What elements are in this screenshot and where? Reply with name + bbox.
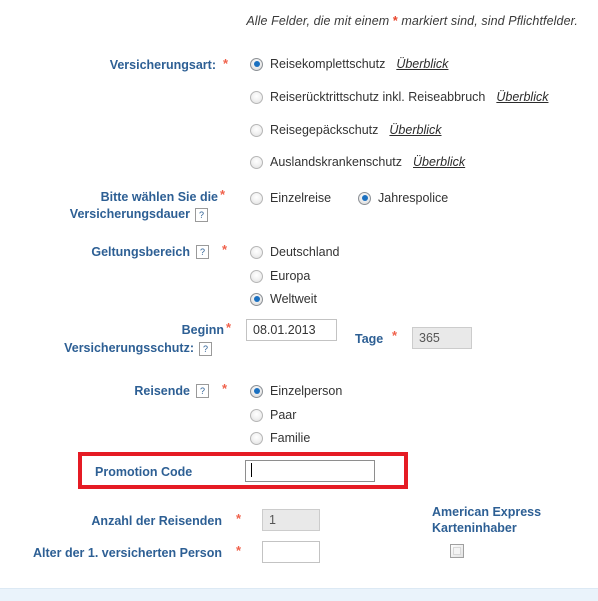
label-first-person-age: Alter der 1. versicherten Person [33,546,222,560]
radio-reiseruecktrittschutz[interactable] [250,90,263,104]
text-caret [251,463,252,477]
insurance-form-page: Alle Felder, die mit einem * markiert si… [0,0,598,601]
radio-label-deutschland: Deutschland [270,245,340,259]
radio-label-familie: Familie [270,431,311,445]
radio-label-auslandskrankenschutz: Auslandskrankenschutz [270,155,403,169]
radio-jahrespolice[interactable] [358,191,371,205]
label-start-line1: Beginn [181,323,224,337]
radio-label-weltweit: Weltweit [270,292,318,306]
radio-option-jahrespolice[interactable]: Jahrespolice [358,191,448,205]
radio-label-reiseruecktrittschutz: Reiserücktrittschutz inkl. Reiseabbruch [270,90,486,104]
label-start-line2: Versicherungsschutz: [64,341,194,355]
promotion-code-input[interactable] [245,460,375,482]
radio-auslandskrankenschutz[interactable] [250,155,263,169]
required-star-scope: * [222,242,228,257]
required-note-before: Alle Felder, die mit einem [246,14,393,28]
days-input: 365 [412,327,472,349]
radio-label-reisegepaeckschutz: Reisegepäckschutz [270,123,379,137]
radio-option-reisegepaeckschutz[interactable]: Reisegepäckschutz Überblick [250,123,442,137]
radio-option-einzelreise[interactable]: Einzelreise [250,191,331,205]
label-duration-line2: Versicherungsdauer [69,207,190,221]
label-promotion-code: Promotion Code [95,465,193,479]
radio-einzelreise[interactable] [250,191,263,205]
label-days: Tage [355,332,384,346]
required-star-start: * [226,320,232,335]
radio-option-auslandskrankenschutz[interactable]: Auslandskrankenschutz Überblick [250,155,465,169]
radio-label-paar: Paar [270,408,297,422]
radio-deutschland[interactable] [250,245,263,259]
page-bottom-strip [0,588,598,601]
required-star-insurance-type: * [223,56,229,71]
radio-label-europa: Europa [270,269,311,283]
radio-label-reisekomplettschutz: Reisekomplettschutz [270,57,386,71]
radio-option-familie[interactable]: Familie [250,431,310,445]
required-star-travellers: * [222,381,228,396]
radio-weltweit[interactable] [250,292,263,306]
label-scope: Geltungsbereich [91,245,190,259]
label-amex-line2: Karteninhaber [432,521,517,535]
overview-link-reiseruecktrittschutz[interactable]: Überblick [496,90,548,104]
radio-option-reisekomplettschutz[interactable]: Reisekomplettschutz Überblick [250,57,448,71]
label-amex-line1: American Express [432,505,542,519]
radio-einzelperson[interactable] [250,384,263,398]
radio-europa[interactable] [250,269,263,283]
radio-label-einzelperson: Einzelperson [270,384,343,398]
label-insurance-type: Versicherungsart: [109,58,216,72]
amex-cardholder-checkbox[interactable] [450,544,464,558]
label-duration-line1: Bitte wählen Sie die [100,190,218,204]
first-person-age-input[interactable] [262,541,320,563]
help-icon-start[interactable]: ? [199,342,212,356]
radio-label-einzelreise: Einzelreise [270,191,332,205]
radio-familie[interactable] [250,431,263,445]
required-fields-note: Alle Felder, die mit einem * markiert si… [0,14,578,28]
radio-option-reiseruecktrittschutz[interactable]: Reiserücktrittschutz inkl. Reiseabbruch … [250,90,548,104]
required-star-traveller-count: * [236,511,242,526]
radio-option-einzelperson[interactable]: Einzelperson [250,384,342,398]
radio-option-weltweit[interactable]: Weltweit [250,292,317,306]
label-traveller-count: Anzahl der Reisenden [91,514,222,528]
radio-reisekomplettschutz[interactable] [250,57,263,71]
start-date-input[interactable]: 08.01.2013 [246,319,337,341]
traveller-count-input: 1 [262,509,320,531]
radio-option-deutschland[interactable]: Deutschland [250,245,340,259]
required-star-days: * [392,328,398,343]
label-travellers: Reisende [134,384,190,398]
required-star-first-person-age: * [236,543,242,558]
overview-link-reisegepaeckschutz[interactable]: Überblick [389,123,441,137]
overview-link-reisekomplettschutz[interactable]: Überblick [396,57,448,71]
radio-label-jahrespolice: Jahrespolice [378,191,449,205]
help-icon-travellers[interactable]: ? [196,384,209,398]
radio-reisegepaeckschutz[interactable] [250,123,263,137]
radio-option-europa[interactable]: Europa [250,269,310,283]
required-star-duration: * [220,187,226,202]
radio-option-paar[interactable]: Paar [250,408,296,422]
overview-link-auslandskrankenschutz[interactable]: Überblick [413,155,465,169]
radio-paar[interactable] [250,408,263,422]
required-note-after: markiert sind, sind Pflichtfelder. [397,14,578,28]
help-icon-duration[interactable]: ? [195,208,208,222]
help-icon-scope[interactable]: ? [196,245,209,259]
